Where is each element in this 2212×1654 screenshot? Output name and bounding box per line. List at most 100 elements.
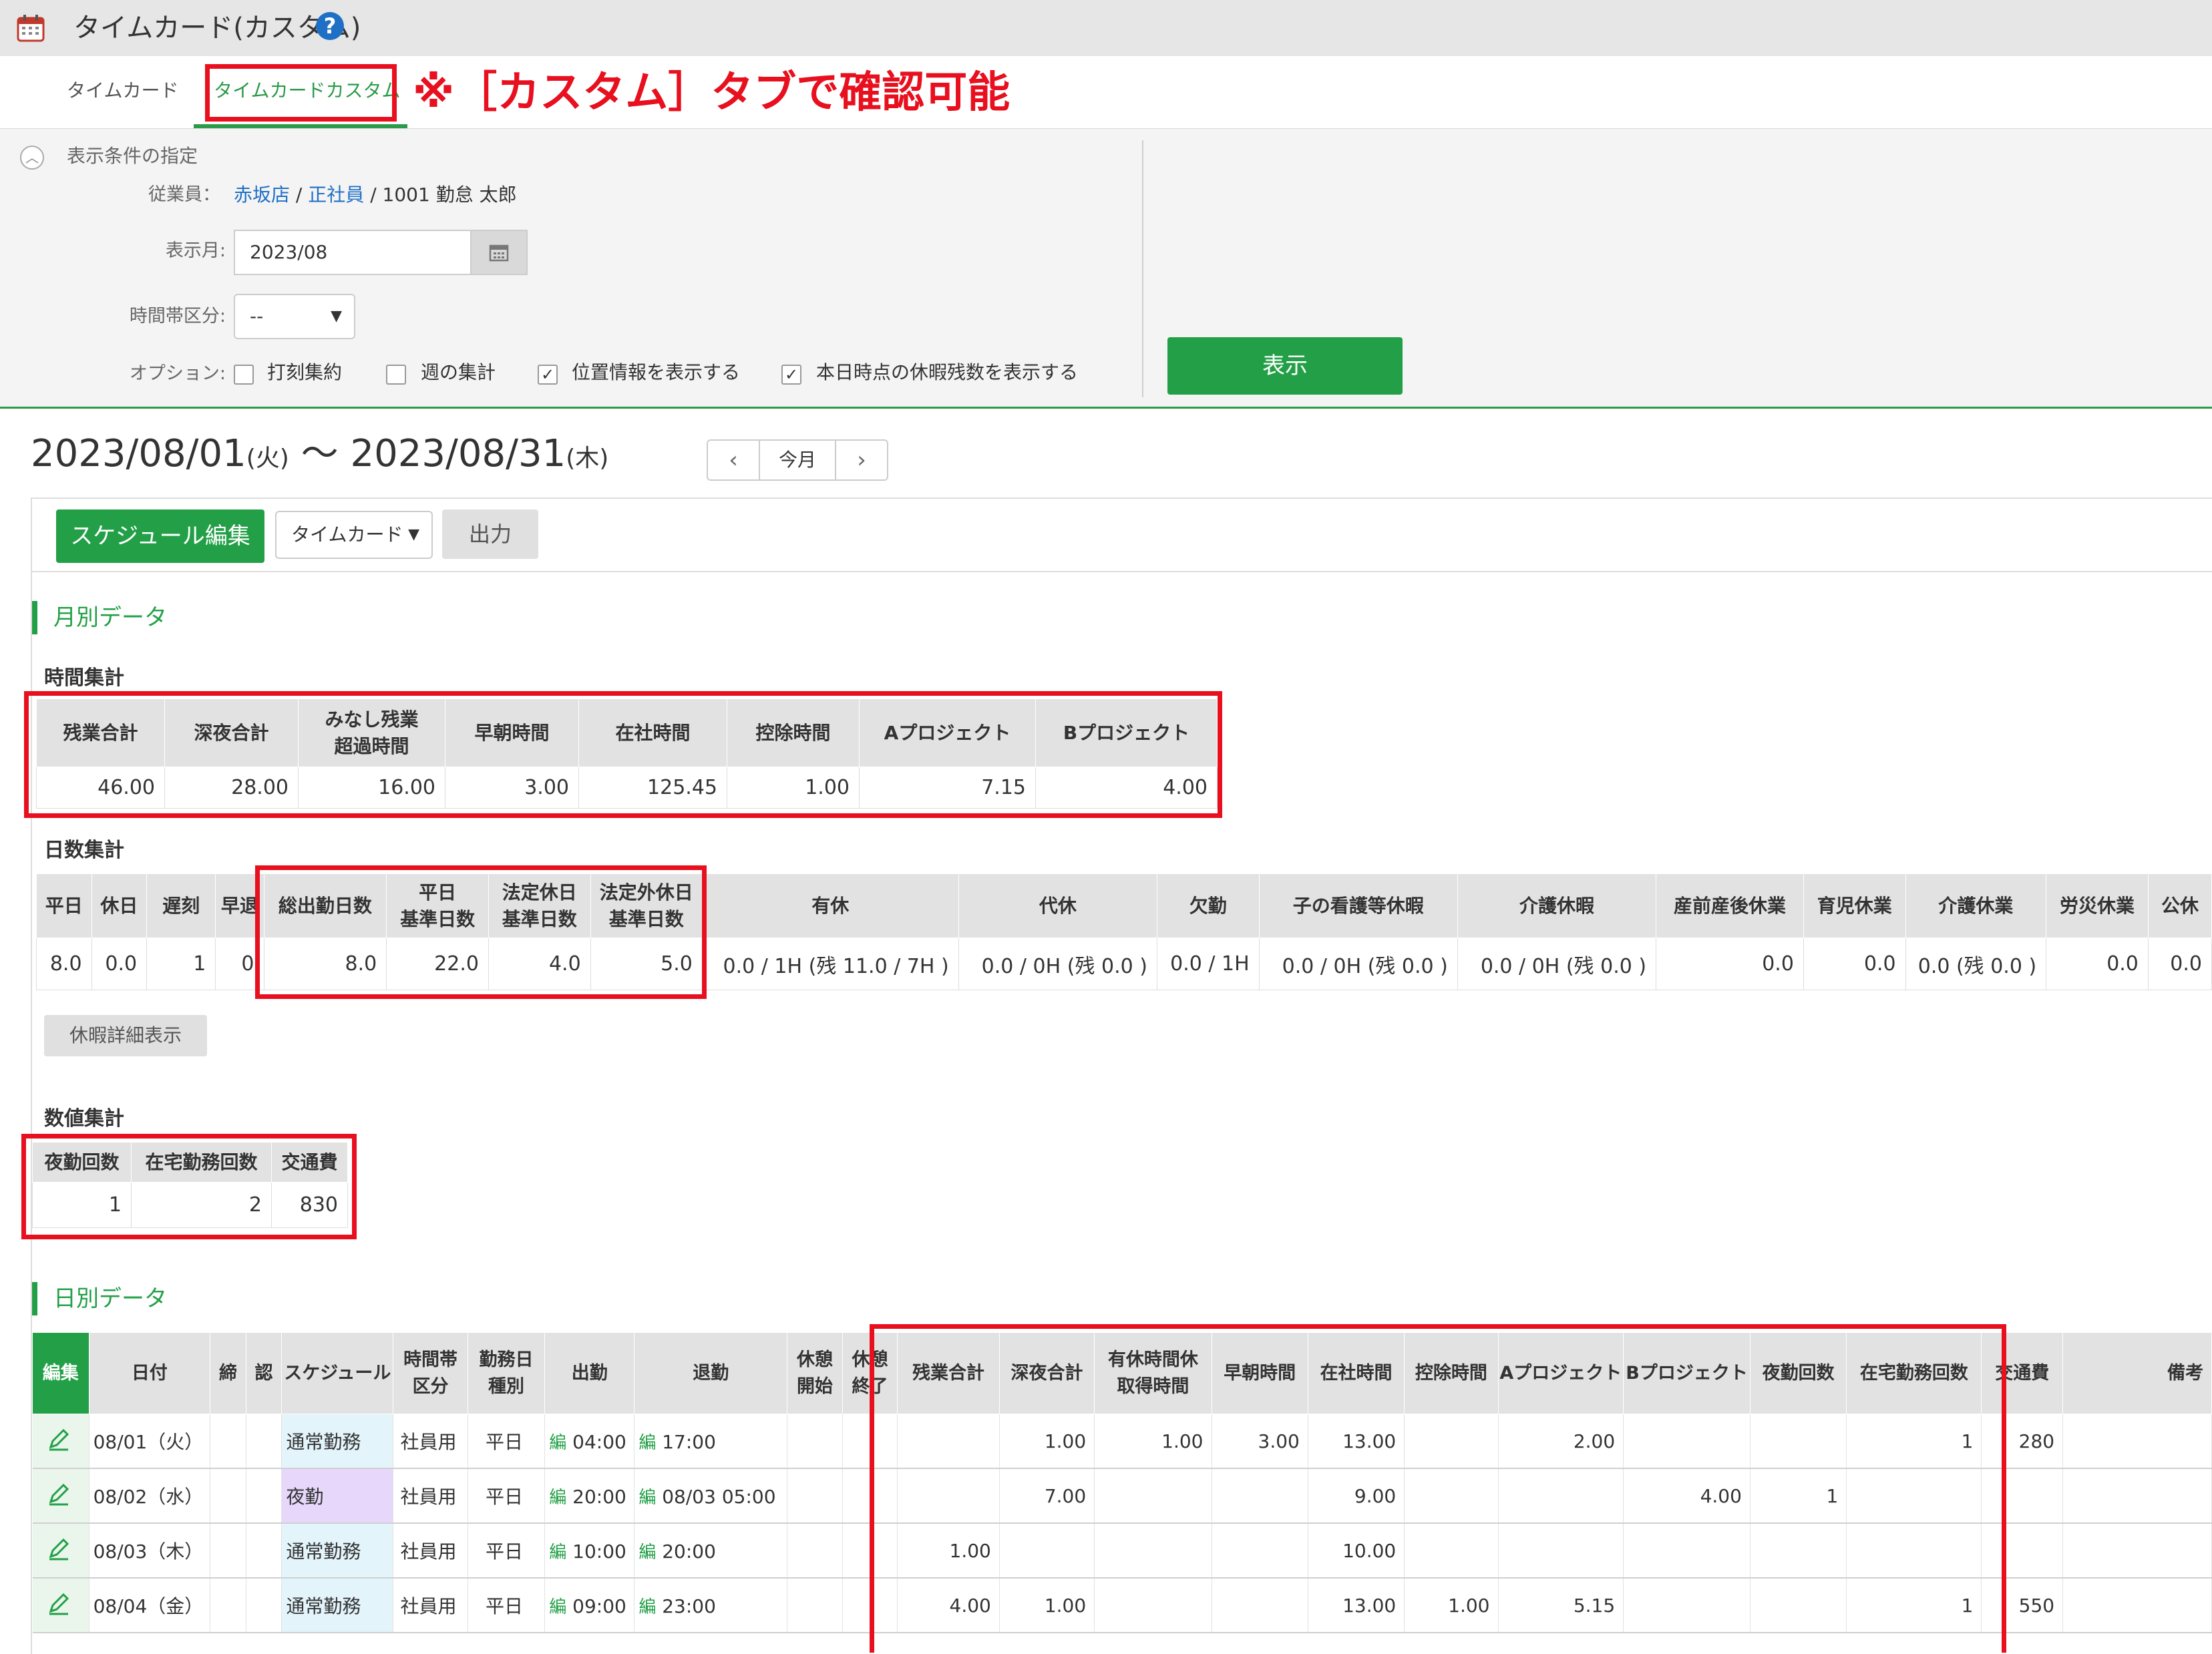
header-cell[interactable]: 時間帯 区分 (393, 1332, 468, 1414)
option-checkbox-location[interactable]: ✓ (538, 365, 558, 385)
employee-type-link[interactable]: 正社員 (308, 184, 364, 206)
edited-tag: 編 (549, 1542, 567, 1563)
edit-pencil-icon[interactable] (32, 1468, 89, 1524)
header-cell: 締 (210, 1332, 246, 1414)
header-cell: 認 (245, 1332, 283, 1414)
daily-section-title: 日別データ (32, 1282, 167, 1315)
cell-date: 08/04（金） (89, 1578, 211, 1633)
show-button[interactable]: 表示 (1167, 337, 1403, 395)
time-value: 04:00 (572, 1430, 626, 1453)
header-cell: 公休 (2147, 873, 2212, 938)
edited-tag: 編 (638, 1597, 657, 1617)
value-cell: 0.0 / 1H (残 11.0 / 7H ) (701, 938, 959, 990)
timezone-select[interactable]: -- ▼ (234, 294, 355, 339)
time-value: 10:00 (572, 1540, 626, 1563)
empty-cell (246, 1523, 283, 1579)
output-button[interactable]: 出力 (442, 509, 538, 559)
edit-pencil-icon[interactable] (32, 1414, 89, 1469)
this-month-button[interactable]: 今月 (759, 441, 836, 479)
header-cell: 平日 (36, 873, 92, 938)
empty-cell (2062, 1414, 2212, 1469)
path-sep: / (370, 184, 377, 206)
option-checkbox-leave-balance[interactable]: ✓ (781, 365, 801, 385)
header-cell[interactable]: 休憩 開始 (787, 1332, 843, 1414)
timezone-value: -- (250, 305, 264, 327)
pencil-icon (49, 1593, 69, 1615)
empty-cell (787, 1578, 843, 1633)
time-value: 17:00 (662, 1430, 716, 1453)
value-cell: 0.0 (残 0.0 ) (1905, 938, 2047, 990)
edit-pencil-icon[interactable] (32, 1578, 89, 1633)
header-cell[interactable]: スケジュール (281, 1332, 394, 1414)
timecard-type-value: タイムカード (291, 524, 403, 546)
empty-cell (2062, 1578, 2212, 1633)
next-month-button[interactable]: › (836, 441, 887, 479)
panel-divider (1142, 140, 1143, 397)
cell-daytype: 平日 (468, 1414, 546, 1469)
tab-timecard[interactable]: タイムカード (67, 77, 178, 104)
toolbar-divider (31, 571, 2212, 572)
header-cell[interactable]: 勤務日 種別 (467, 1332, 546, 1414)
period-tilde: 〜 (301, 432, 339, 475)
empty-cell (246, 1414, 283, 1469)
value-cell: 1 (146, 938, 216, 990)
collapse-up-icon[interactable]: ︿ (20, 146, 44, 170)
value-cell: 0.0 / 0H (残 0.0 ) (1457, 938, 1657, 990)
vacation-detail-button[interactable]: 休暇詳細表示 (44, 1015, 207, 1056)
value-cell: 0.0 / 1H (1156, 938, 1260, 990)
clock-out-cell: 編 17:00 (634, 1414, 788, 1469)
value-cell: 0.0 (91, 938, 148, 990)
calendar-picker-button[interactable] (472, 230, 528, 275)
cell-daytype: 平日 (468, 1523, 546, 1579)
schedule-edit-button[interactable]: スケジュール編集 (56, 509, 264, 563)
option-checkbox-stamp[interactable] (234, 365, 254, 385)
timezone-label: 時間帯区分: (129, 306, 226, 327)
empty-cell (787, 1523, 843, 1579)
header-cell: 代休 (958, 873, 1157, 938)
dropdown-arrow-icon: ▼ (331, 308, 342, 325)
header-cell[interactable]: 日付 (88, 1332, 211, 1414)
pencil-icon (49, 1538, 69, 1560)
header-cell: 欠勤 (1156, 873, 1260, 938)
store-link[interactable]: 赤坂店 (234, 184, 290, 206)
clock-in-cell: 編 20:00 (544, 1468, 635, 1524)
clock-out-cell: 編 20:00 (634, 1523, 788, 1579)
option-checkbox-week[interactable] (386, 365, 406, 385)
value-cell: 0.0 (2046, 938, 2149, 990)
cell-zone: 社員用 (393, 1578, 468, 1633)
employee-name: 1001 勤怠 太郎 (382, 184, 517, 206)
schedule-cell: 通常勤務 (281, 1414, 394, 1469)
edited-tag: 編 (549, 1487, 567, 1508)
value-cell: 0.0 (1803, 938, 1906, 990)
clock-out-cell: 編 08/03 05:00 (634, 1468, 788, 1524)
clock-in-cell: 編 04:00 (544, 1414, 635, 1469)
calendar-icon (17, 15, 45, 42)
month-input[interactable]: 2023/08 (234, 230, 472, 275)
header-cell: 育児休業 (1803, 873, 1906, 938)
edited-tag: 編 (549, 1432, 567, 1453)
clock-in-cell: 編 10:00 (544, 1523, 635, 1579)
cell-daytype: 平日 (468, 1578, 546, 1633)
header-cell: 介護休暇 (1457, 873, 1657, 938)
cell-date: 08/01（火） (89, 1414, 211, 1469)
header-cell[interactable]: 退勤 (634, 1332, 788, 1414)
option-label-week: 週の集計 (421, 361, 496, 383)
timecard-type-select[interactable]: タイムカード ▼ (275, 511, 433, 559)
highlight-box-daily-columns (870, 1324, 2006, 1653)
empty-cell (787, 1468, 843, 1524)
help-icon[interactable]: ? (316, 12, 344, 40)
time-value: 08/03 05:00 (662, 1485, 776, 1508)
highlight-box-numeric-summary (21, 1134, 357, 1239)
highlight-box-day-summary (255, 865, 707, 999)
time-value: 23:00 (662, 1595, 716, 1617)
highlight-box-time-summary (24, 691, 1222, 818)
condition-title: 表示条件の指定 (67, 145, 198, 167)
value-cell: 0.0 (1656, 938, 1804, 990)
edit-pencil-icon[interactable] (32, 1523, 89, 1579)
pencil-icon (49, 1483, 69, 1505)
header-cell: 産前産後休業 (1656, 873, 1804, 938)
header-cell[interactable]: 出勤 (544, 1332, 635, 1414)
period-end: 2023/08/31 (350, 432, 566, 475)
value-cell: 0.0 / 0H (残 0.0 ) (958, 938, 1157, 990)
prev-month-button[interactable]: ‹ (708, 441, 759, 479)
